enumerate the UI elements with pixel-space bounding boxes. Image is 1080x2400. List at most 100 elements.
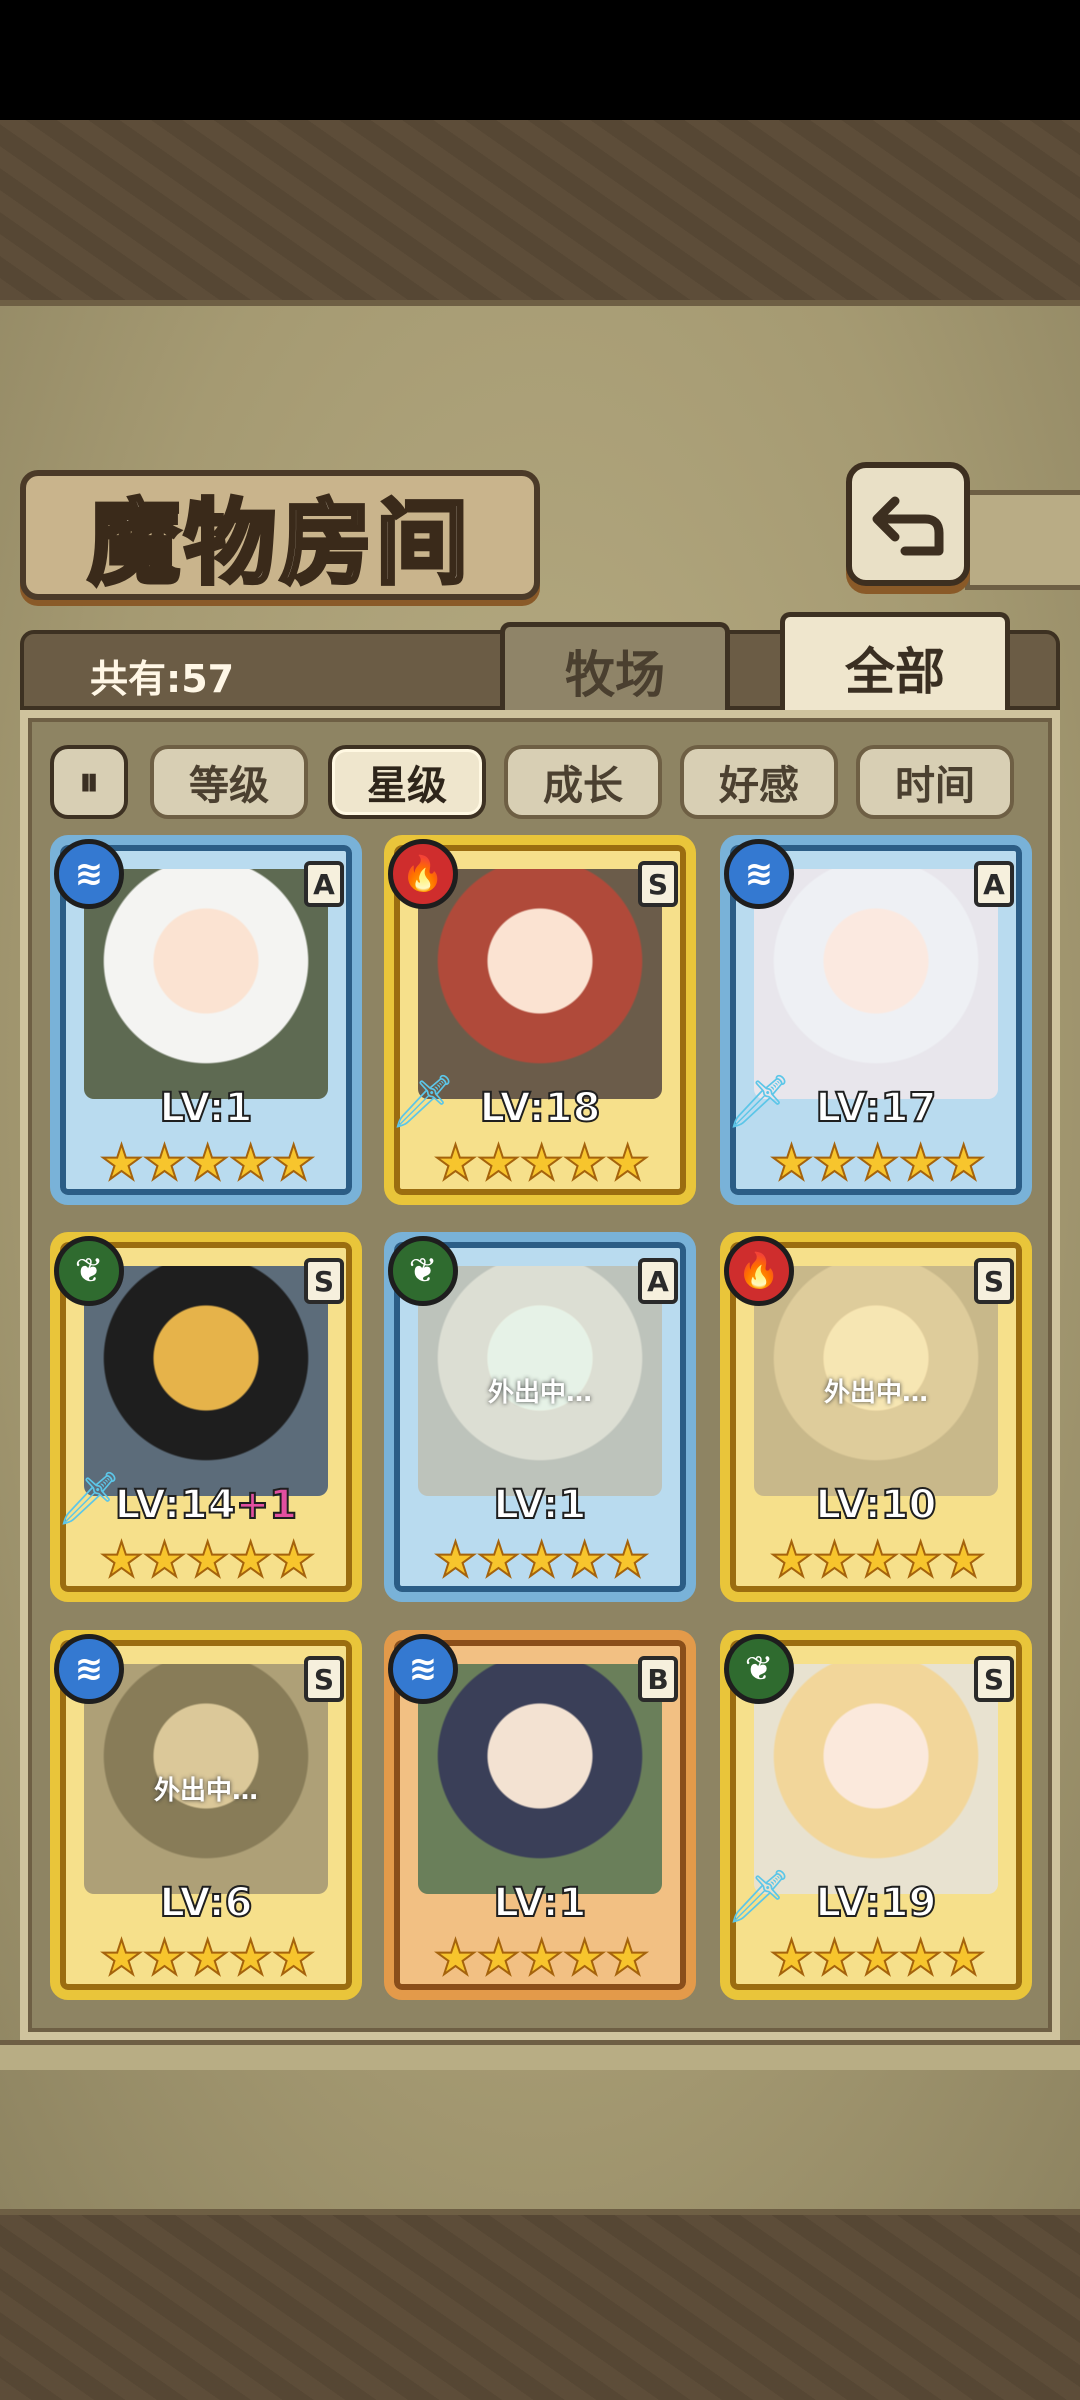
monster-card[interactable]: ❦ S 🗡 LV:19 ★ ★ ★ ★ ★ <box>720 1630 1032 2000</box>
level-value: LV:10 <box>815 1481 938 1529</box>
star-icon: ★ <box>898 1532 943 1588</box>
star-icon: ★ <box>99 1532 144 1588</box>
star-icon: ★ <box>812 1930 857 1986</box>
sort-order-icon: ⏸ <box>79 759 99 805</box>
star-icon: ★ <box>562 1135 607 1191</box>
level-label: LV:1 <box>50 1084 362 1132</box>
back-arrow-icon <box>872 496 944 556</box>
star-icon: ★ <box>433 1135 478 1191</box>
monster-card[interactable]: ❦ A 外出中… LV:1 ★ ★ ★ ★ ★ <box>384 1232 696 1602</box>
star-icon: ★ <box>898 1930 943 1986</box>
level-label: LV:19 <box>720 1879 1032 1927</box>
rank-badge: A <box>304 861 344 907</box>
level-value: LV:6 <box>159 1879 254 1927</box>
level-value: LV:18 <box>479 1084 602 1132</box>
status-bar-area <box>0 0 1080 120</box>
monster-portrait <box>418 869 662 1099</box>
star-icon: ★ <box>941 1135 986 1191</box>
level-label: LV:18 <box>384 1084 696 1132</box>
sort-growth-button[interactable]: 成长 <box>504 745 662 819</box>
star-icon: ★ <box>605 1135 650 1191</box>
map-background-bottom <box>0 2215 1080 2400</box>
star-rating: ★ ★ ★ ★ ★ <box>769 1930 986 1986</box>
page-title: 魔物房间 <box>86 487 472 599</box>
star-icon: ★ <box>519 1930 564 1986</box>
away-status: 外出中… <box>823 1378 928 1408</box>
monster-card[interactable]: ≋ S 外出中… LV:6 ★ ★ ★ ★ ★ <box>50 1630 362 2000</box>
water-element-icon: ≋ <box>54 839 124 909</box>
star-rating: ★ ★ ★ ★ ★ <box>99 1135 316 1191</box>
wood-element-icon: ❦ <box>724 1634 794 1704</box>
wood-element-icon: ❦ <box>54 1236 124 1306</box>
monster-card[interactable]: ❦ S 🗡 LV:14+1 ★ ★ ★ ★ ★ <box>50 1232 362 1602</box>
monster-portrait <box>84 1266 328 1496</box>
tab-all[interactable]: 全部 <box>780 612 1010 718</box>
star-icon: ★ <box>562 1930 607 1986</box>
monster-portrait <box>84 869 328 1099</box>
monster-card[interactable]: ≋ A LV:1 ★ ★ ★ ★ ★ <box>50 835 362 1205</box>
star-icon: ★ <box>185 1135 230 1191</box>
level-value: LV:17 <box>815 1084 938 1132</box>
rank-badge: S <box>974 1258 1014 1304</box>
sort-level-button[interactable]: 等级 <box>150 745 308 819</box>
sort-order-toggle[interactable]: ⏸ <box>50 745 128 819</box>
monster-card[interactable]: ≋ A 🗡 LV:17 ★ ★ ★ ★ ★ <box>720 835 1032 1205</box>
monster-portrait <box>754 1664 998 1894</box>
star-icon: ★ <box>271 1135 316 1191</box>
rank-badge: B <box>638 1656 678 1702</box>
level-value: LV:1 <box>159 1084 254 1132</box>
star-icon: ★ <box>519 1135 564 1191</box>
sort-affection-button[interactable]: 好感 <box>680 745 838 819</box>
level-value: LV:1 <box>493 1481 588 1529</box>
star-icon: ★ <box>605 1532 650 1588</box>
star-icon: ★ <box>228 1532 273 1588</box>
star-icon: ★ <box>941 1930 986 1986</box>
star-icon: ★ <box>433 1930 478 1986</box>
star-icon: ★ <box>769 1532 814 1588</box>
star-rating: ★ ★ ★ ★ ★ <box>433 1532 650 1588</box>
monster-count: 共有:57 <box>90 657 235 701</box>
sort-time-button[interactable]: 时间 <box>856 745 1014 819</box>
rank-badge: S <box>304 1656 344 1702</box>
level-value: LV:14 <box>114 1481 237 1529</box>
star-icon: ★ <box>812 1532 857 1588</box>
star-rating: ★ ★ ★ ★ ★ <box>99 1532 316 1588</box>
star-icon: ★ <box>476 1930 521 1986</box>
star-icon: ★ <box>142 1135 187 1191</box>
monster-card[interactable]: ≋ B LV:1 ★ ★ ★ ★ ★ <box>384 1630 696 2000</box>
star-icon: ★ <box>228 1135 273 1191</box>
wood-element-icon: ❦ <box>388 1236 458 1306</box>
tab-ranch[interactable]: 牧场 <box>500 622 730 714</box>
monster-card[interactable]: 🔥 S 外出中… LV:10 ★ ★ ★ ★ ★ <box>720 1232 1032 1602</box>
star-icon: ★ <box>476 1135 521 1191</box>
level-label: LV:1 <box>384 1879 696 1927</box>
title-plate: 魔物房间 <box>20 470 540 600</box>
fire-element-icon: 🔥 <box>724 1236 794 1306</box>
sort-bar: ⏸ 等级 星级 成长 好感 时间 <box>50 745 1030 819</box>
star-icon: ★ <box>185 1532 230 1588</box>
star-icon: ★ <box>605 1930 650 1986</box>
star-rating: ★ ★ ★ ★ ★ <box>769 1532 986 1588</box>
star-icon: ★ <box>271 1930 316 1986</box>
monster-card[interactable]: 🔥 S 🗡 LV:18 ★ ★ ★ ★ ★ <box>384 835 696 1205</box>
water-element-icon: ≋ <box>724 839 794 909</box>
rank-badge: S <box>304 1258 344 1304</box>
star-icon: ★ <box>769 1930 814 1986</box>
star-rating: ★ ★ ★ ★ ★ <box>769 1135 986 1191</box>
back-button[interactable] <box>846 462 970 586</box>
sort-star-button[interactable]: 星级 <box>328 745 486 819</box>
level-label: LV:10 <box>720 1481 1032 1529</box>
level-label: LV:1 <box>384 1481 696 1529</box>
star-icon: ★ <box>142 1930 187 1986</box>
away-status: 外出中… <box>153 1776 258 1806</box>
star-icon: ★ <box>855 1135 900 1191</box>
star-icon: ★ <box>941 1532 986 1588</box>
star-icon: ★ <box>855 1930 900 1986</box>
water-element-icon: ≋ <box>54 1634 124 1704</box>
star-icon: ★ <box>562 1532 607 1588</box>
star-rating: ★ ★ ★ ★ ★ <box>433 1135 650 1191</box>
level-label: LV:17 <box>720 1084 1032 1132</box>
back-bar-decoration <box>965 490 1080 590</box>
star-icon: ★ <box>812 1135 857 1191</box>
star-icon: ★ <box>433 1532 478 1588</box>
